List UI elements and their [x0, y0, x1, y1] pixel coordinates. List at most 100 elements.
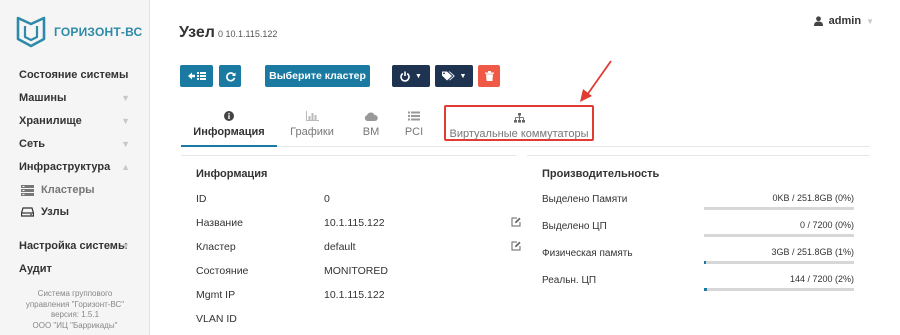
chevron-up-icon: ▲: [121, 162, 130, 172]
perf-value: 144 / 7200 (2%): [789, 274, 854, 284]
tab-label: Информация: [193, 126, 265, 138]
sidebar-item-label: Сеть: [19, 138, 46, 150]
perf-row-physical-memory: Физическая память 3GB / 251.8GB (1%): [542, 246, 870, 268]
info-key: Название: [196, 217, 243, 229]
info-key: Кластер: [196, 241, 236, 253]
tab-label: Графики: [290, 126, 334, 138]
sidebar-subitem-clusters[interactable]: Кластеры: [0, 179, 150, 201]
username: admin: [828, 15, 862, 27]
edit-icon[interactable]: [511, 241, 521, 254]
info-row-mgmt-ip: Mgmt IP 10.1.115.122: [196, 289, 516, 303]
tab-label: ВМ: [362, 126, 380, 138]
divider: [181, 155, 516, 156]
perf-row-real-cpu: Реальн. ЦП 144 / 7200 (2%): [542, 273, 870, 295]
perf-value: 3GB / 251.8GB (1%): [771, 247, 854, 257]
sidebar-item-audit[interactable]: Аудит: [0, 258, 150, 281]
footer-line: управления "Горизонт-ВС": [25, 299, 125, 309]
sitemap-icon: [446, 111, 592, 125]
sidebar-item-label: Настройка системы: [19, 240, 128, 252]
hdd-icon: [19, 207, 35, 217]
tab-charts[interactable]: Графики: [281, 105, 343, 147]
trash-icon: [484, 71, 494, 81]
power-menu-button[interactable]: ▼: [392, 65, 430, 87]
info-value: 10.1.115.122: [324, 289, 385, 301]
sidebar: ГОРИЗОНТ-ВС Состояние системы Машины ▼ Х…: [0, 0, 150, 335]
chevron-down-icon: ▼: [121, 241, 130, 251]
tag-menu-button[interactable]: ▼: [435, 65, 473, 87]
progress-bar: [704, 261, 854, 264]
sidebar-item-label: Состояние системы: [19, 69, 129, 81]
info-circle-icon: [181, 109, 277, 123]
perf-value: 0KB / 251.8GB (0%): [772, 193, 854, 203]
perf-key: Выделено Памяти: [542, 194, 628, 205]
tab-info[interactable]: Информация: [181, 105, 277, 147]
progress-fill: [704, 261, 706, 264]
chevron-down-icon: ▼: [121, 93, 130, 103]
select-cluster-label: Выберите кластер: [269, 70, 366, 82]
footer-version: версия: 1.5.1: [50, 310, 100, 319]
page-title-text: Узел: [179, 24, 215, 41]
sidebar-item-network[interactable]: Сеть ▼: [0, 133, 150, 156]
sidebar-item-label: Аудит: [19, 263, 52, 275]
refresh-button[interactable]: [219, 65, 241, 87]
user-icon: [813, 16, 823, 26]
sidebar-subitem-label: Кластеры: [41, 184, 95, 196]
sidebar-item-label: Хранилище: [19, 115, 82, 127]
sidebar-item-system-state[interactable]: Состояние системы: [0, 64, 150, 87]
user-menu[interactable]: admin ▼: [813, 15, 874, 27]
divider: [527, 155, 870, 156]
info-row-cluster: Кластер default: [196, 241, 521, 255]
info-value: MONITORED: [324, 265, 388, 277]
tab-label: PCI: [404, 126, 424, 138]
shield-logo-icon: [16, 16, 46, 48]
power-icon: [400, 71, 410, 82]
sidebar-subitem-nodes[interactable]: Узлы: [0, 201, 150, 223]
sidebar-item-machines[interactable]: Машины ▼: [0, 87, 150, 110]
chevron-down-icon: ▼: [866, 16, 874, 26]
chevron-down-icon: ▼: [459, 72, 467, 80]
back-list-icon: [187, 72, 206, 80]
list-icon: [396, 109, 432, 123]
refresh-icon: [225, 71, 236, 82]
tab-label: Виртуальные коммутаторы: [449, 128, 589, 140]
footer-company: ООО "ИЦ "Баррикады": [32, 320, 118, 330]
delete-button[interactable]: [478, 65, 500, 87]
sidebar-footer: Система группового управления "Горизонт-…: [0, 289, 150, 331]
tab-vm[interactable]: ВМ: [347, 105, 395, 147]
progress-fill: [704, 288, 707, 291]
brand-name: ГОРИЗОНТ-ВС: [54, 25, 143, 39]
perf-key: Выделено ЦП: [542, 221, 607, 232]
brand-logo[interactable]: ГОРИЗОНТ-ВС: [16, 10, 142, 54]
back-to-list-button[interactable]: [180, 65, 213, 87]
perf-row-allocated-memory: Выделено Памяти 0KB / 251.8GB (0%): [542, 192, 870, 214]
perf-row-allocated-cpu: Выделено ЦП 0 / 7200 (0%): [542, 219, 870, 241]
sidebar-subitem-label: Узлы: [41, 206, 69, 218]
info-section-title: Информация: [196, 168, 268, 180]
sidebar-item-system-settings[interactable]: Настройка системы ▼: [0, 235, 150, 258]
sidebar-item-label: Машины: [19, 92, 67, 104]
sidebar-item-storage[interactable]: Хранилище ▼: [0, 110, 150, 133]
perf-key: Реальн. ЦП: [542, 275, 597, 286]
edit-icon[interactable]: [511, 217, 521, 230]
info-key: Mgmt IP: [196, 289, 236, 301]
server-stack-icon: [19, 184, 35, 196]
info-value: 0: [324, 193, 330, 205]
info-key: Состояние: [196, 265, 249, 277]
chevron-down-icon: ▼: [415, 72, 422, 80]
perf-key: Физическая память: [542, 248, 633, 259]
info-row-state: Состояние MONITORED: [196, 265, 516, 279]
page-subtitle: 0 10.1.115.122: [217, 29, 278, 39]
chevron-down-icon: ▼: [121, 116, 130, 126]
bar-chart-icon: [281, 109, 343, 123]
tab-pci[interactable]: PCI: [396, 105, 432, 147]
page-header: Узел 0 10.1.115.122 admin ▼: [151, 0, 900, 55]
page-title: Узел 0 10.1.115.122: [179, 24, 277, 42]
info-key: ID: [196, 193, 207, 205]
footer-line: Система группового: [37, 289, 113, 298]
select-cluster-button[interactable]: Выберите кластер: [265, 65, 370, 87]
progress-bar: [704, 234, 854, 237]
info-row-name: Название 10.1.115.122: [196, 217, 521, 231]
tab-virtual-switches[interactable]: Виртуальные коммутаторы: [444, 105, 594, 141]
sidebar-item-infrastructure[interactable]: Инфраструктура ▲: [0, 156, 150, 179]
annotation-arrow: [580, 60, 612, 102]
